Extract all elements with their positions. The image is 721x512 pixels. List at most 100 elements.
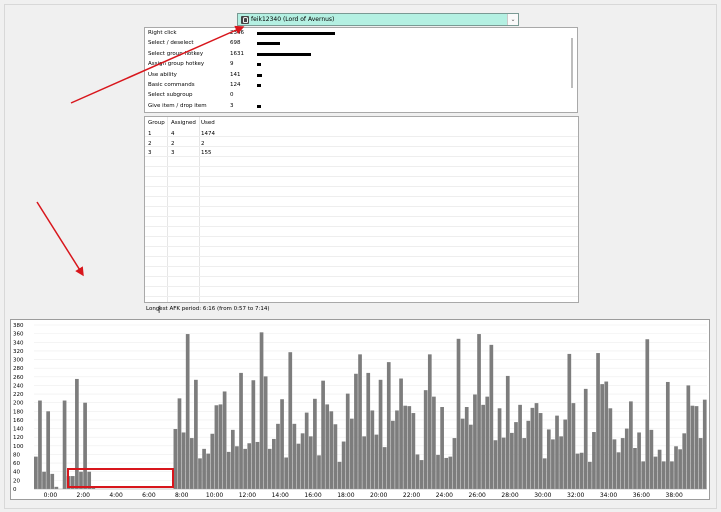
table-cell: 4 <box>171 131 175 137</box>
chart-bar <box>218 404 223 489</box>
chart-bar <box>382 447 387 489</box>
chart-bar <box>181 432 186 489</box>
x-tick-label: 28:00 <box>501 492 518 499</box>
chart-bar <box>653 456 658 489</box>
player-select[interactable]: feik12340 (Lord of Avernus) ⌄ <box>237 13 519 26</box>
chart-bar <box>456 338 461 489</box>
table-cell: 2 <box>171 140 175 147</box>
action-row[interactable]: Select / deselect 698 <box>145 39 565 49</box>
chart-bar <box>345 393 350 489</box>
row-gridline <box>145 216 578 217</box>
chart-bar <box>702 399 707 489</box>
table-cell: 1474 <box>201 131 215 137</box>
chart-bar <box>62 400 67 489</box>
row-gridline <box>145 146 578 147</box>
chart-bar <box>325 404 330 489</box>
chart-bar <box>247 443 252 489</box>
chart-bar <box>612 439 617 489</box>
actions-list[interactable]: Right click 2346 Select / deselect 698 Selec… <box>144 27 578 113</box>
table-cell: 1 <box>148 131 152 137</box>
chart-bar <box>317 455 321 489</box>
x-tick-label: 24:00 <box>436 492 453 499</box>
chart-bar <box>243 448 247 489</box>
chart-bar <box>501 437 506 489</box>
chart-bar <box>583 388 588 489</box>
row-gridline <box>145 166 578 167</box>
x-tick-label: 16:00 <box>304 492 321 499</box>
x-tick-label: 2:00 <box>77 492 91 499</box>
action-row[interactable]: Basic commands 124 <box>145 81 565 91</box>
chart-bar <box>177 398 182 489</box>
chart-bar <box>304 412 309 489</box>
chart-bar <box>473 394 477 489</box>
row-gridline <box>145 276 578 277</box>
x-tick-label: 10:00 <box>206 492 223 499</box>
groups-table[interactable]: Group Assigned Used 1 4 1474 2 2 2 3 3 155 <box>144 116 579 303</box>
x-tick-label: 0:00 <box>44 492 58 499</box>
chart-bar <box>38 400 42 489</box>
action-label: Select / deselect <box>148 40 194 47</box>
column-header[interactable]: Used <box>201 120 215 126</box>
actions-scrollbar[interactable] <box>571 38 573 88</box>
chart-bar <box>341 441 346 489</box>
row-gridline <box>145 266 578 267</box>
y-tick-label: 260 <box>13 375 24 381</box>
chart-bar <box>386 362 391 489</box>
action-bar <box>257 73 262 77</box>
x-tick-label: 34:00 <box>600 492 617 499</box>
action-bar <box>257 32 335 35</box>
action-row[interactable]: Select subgroup 0 <box>145 91 565 101</box>
y-tick-label: 180 <box>13 409 24 415</box>
chart-bar <box>374 434 379 489</box>
y-tick-label: 160 <box>13 418 24 424</box>
chart-bar <box>526 420 531 489</box>
chart-bar <box>551 439 555 489</box>
chart-bar <box>538 413 543 489</box>
chart-bar <box>468 424 473 489</box>
column-header[interactable]: Group <box>148 120 165 126</box>
action-bar <box>257 63 261 67</box>
table-cell: 2 <box>201 140 205 147</box>
chart-bar <box>333 424 338 489</box>
chart-bar <box>460 418 465 489</box>
y-tick-label: 200 <box>13 401 24 407</box>
action-row[interactable]: Give item / drop item 3 <box>145 102 565 112</box>
chart-bar <box>276 423 280 489</box>
chart-bar <box>464 407 469 489</box>
x-tick-label: 22:00 <box>403 492 420 499</box>
chart-bar <box>657 449 662 489</box>
chevron-down-icon[interactable]: ⌄ <box>507 14 518 25</box>
chart-bar <box>292 423 297 489</box>
chart-bar <box>210 433 215 489</box>
chart-bar <box>198 458 202 489</box>
chart-bar <box>444 457 449 489</box>
action-count: 9 <box>230 61 234 68</box>
chart-bar <box>682 433 687 489</box>
y-tick-label: 240 <box>13 383 24 389</box>
chart-bar <box>313 398 317 489</box>
chart-bar <box>358 354 362 489</box>
x-tick-label: 26:00 <box>469 492 486 499</box>
x-tick-label: 32:00 <box>567 492 584 499</box>
chart-bar <box>378 379 383 489</box>
action-count: 0 <box>230 92 234 99</box>
y-tick-label: 300 <box>13 358 24 364</box>
y-tick-label: 380 <box>13 323 24 329</box>
chart-bar <box>596 353 600 489</box>
chart-bar <box>230 429 235 489</box>
action-row[interactable]: Select group hotkey 1631 <box>145 50 565 60</box>
action-label: Select group hotkey <box>148 50 204 57</box>
chart-bar <box>239 372 243 489</box>
chart-bar <box>489 344 494 489</box>
action-row[interactable]: Right click 2346 <box>145 29 565 39</box>
chart-bar <box>399 378 403 489</box>
column-header[interactable]: Assigned <box>171 120 196 126</box>
chart-bar <box>497 408 502 489</box>
chart-bar <box>415 454 420 489</box>
action-row[interactable]: Use ability 141 <box>145 71 565 81</box>
y-tick-label: 340 <box>13 340 24 346</box>
table-cell: 3 <box>171 150 175 157</box>
action-row[interactable]: Assign group hotkey 9 <box>145 60 565 70</box>
chart-bar <box>633 448 637 489</box>
chart-bar <box>452 438 457 489</box>
